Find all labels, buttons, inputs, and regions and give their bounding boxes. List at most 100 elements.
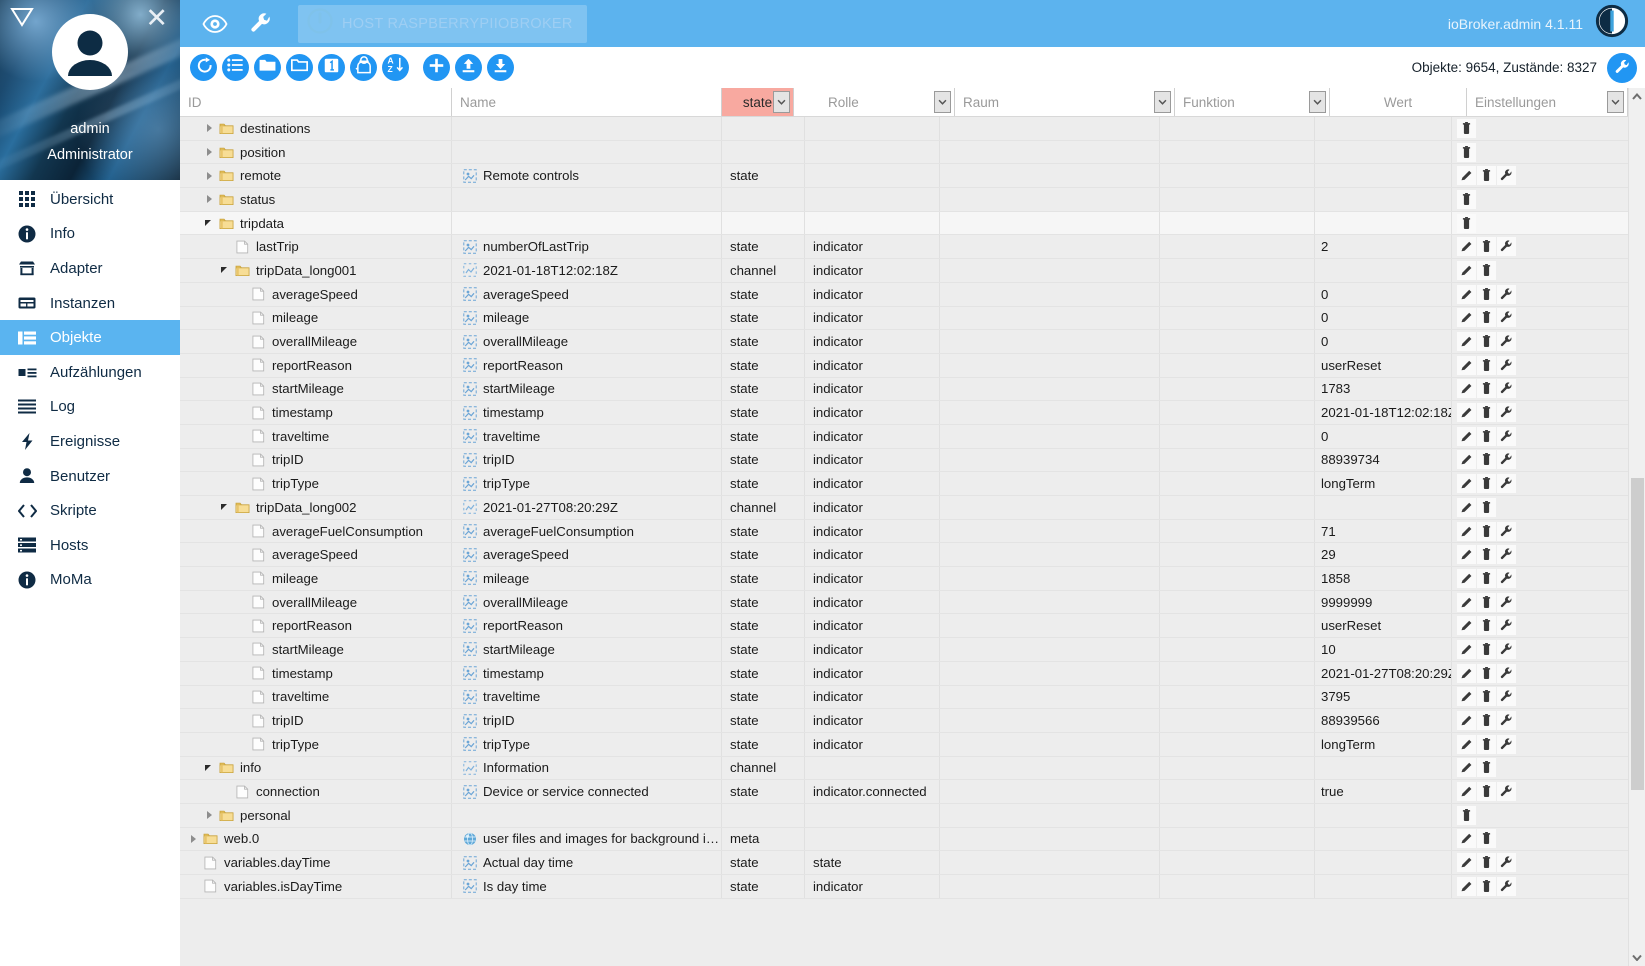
table-settings-button[interactable] [1607,52,1637,83]
expand-toggle-icon[interactable] [200,124,216,133]
delete-icon[interactable] [1477,284,1496,304]
edit-icon[interactable] [1457,450,1476,470]
edit-icon[interactable] [1457,616,1476,636]
export-button[interactable] [487,54,514,81]
edit-icon[interactable] [1457,474,1476,494]
table-row[interactable]: personal [180,803,1628,828]
sidebar-item-moma[interactable]: MoMa [0,563,180,598]
edit-icon[interactable] [1457,426,1476,446]
sidebar-item-info[interactable]: Info [0,217,180,252]
table-row[interactable]: tripData_long001 2021-01-18T12:02:18Z chan… [180,259,1628,283]
delete-icon[interactable] [1477,639,1496,659]
settings-wrench-icon[interactable] [1497,663,1516,683]
sidebar-item-log[interactable]: Log [0,390,180,425]
edit-icon[interactable] [1457,521,1476,541]
table-row[interactable]: timestamp timestamp state indicator 2021-01-… [180,401,1628,425]
table-row[interactable]: averageFuelConsumption averageFuelConsump… [180,519,1628,544]
table-row[interactable]: tripID tripID state indicator 88939566 [180,709,1628,733]
delete-icon[interactable] [1477,616,1496,636]
settings-wrench-icon[interactable] [1497,332,1516,352]
delete-icon[interactable] [1477,474,1496,494]
edit-icon[interactable] [1457,545,1476,565]
edit-icon[interactable] [1457,639,1476,659]
delete-icon[interactable] [1477,711,1496,731]
table-row[interactable]: tripdata [180,211,1628,236]
column-header-set[interactable]: Einstellungen [1467,88,1628,116]
refresh-button[interactable] [190,54,217,81]
iobroker-logo-icon[interactable] [1595,4,1629,43]
settings-wrench-icon[interactable] [1497,545,1516,565]
delete-icon[interactable] [1477,853,1496,873]
column-header-name[interactable]: Name [452,88,722,116]
column-filter-dropdown-type[interactable] [773,91,790,113]
table-row[interactable]: variables.dayTime Actual day time state sta… [180,851,1628,875]
table-row[interactable]: tripID tripID state indicator 88939734 [180,448,1628,473]
table-row[interactable]: traveltime traveltime state indicator 0 [180,424,1628,449]
settings-wrench-icon[interactable] [1497,450,1516,470]
delete-icon[interactable] [1477,260,1496,280]
collapse-toggle-icon[interactable] [216,267,232,274]
delete-icon[interactable] [1477,521,1496,541]
column-header-room[interactable]: Raum [955,88,1175,116]
column-header-role[interactable]: Rolle [820,88,955,116]
sidebar-item-instanzen[interactable]: Instanzen [0,286,180,321]
edit-icon[interactable] [1457,497,1476,517]
sidebar-item-aufz-hlungen[interactable]: Aufzählungen [0,355,180,390]
expand-folder-button[interactable] [286,54,313,81]
delete-icon[interactable] [1477,568,1496,588]
column-header-func[interactable]: Funktion [1175,88,1330,116]
sort-az-button[interactable]: AZ [382,54,409,81]
settings-wrench-icon[interactable] [1497,853,1516,873]
expand-toggle-icon[interactable] [200,195,216,204]
delete-icon[interactable] [1477,592,1496,612]
table-row[interactable]: mileage mileage state indicator 1858 [180,567,1628,591]
table-row[interactable]: tripData_long002 2021-01-27T08:20:29Z chan… [180,496,1628,520]
sidebar-item-adapter[interactable]: Adapter [0,251,180,286]
edit-icon[interactable] [1457,853,1476,873]
expand-toggle-icon[interactable] [200,171,216,180]
sidebar-item-objekte[interactable]: Objekte [0,320,180,355]
table-row[interactable]: reportReason reportReason state indicator us… [180,353,1628,378]
settings-wrench-icon[interactable] [1497,592,1516,612]
edit-icon[interactable] [1457,734,1476,754]
column-filter-dropdown-room[interactable] [1154,91,1171,113]
add-object-button[interactable] [423,54,450,81]
delete-icon[interactable] [1477,308,1496,328]
vertical-scrollbar[interactable] [1628,88,1645,966]
edit-icon[interactable] [1457,782,1476,802]
settings-wrench-icon[interactable] [1497,568,1516,588]
settings-wrench-icon[interactable] [1497,403,1516,423]
settings-wrench-icon[interactable] [1497,639,1516,659]
column-filter-dropdown-set[interactable] [1607,91,1624,113]
delete-icon[interactable] [1477,876,1496,896]
table-row[interactable]: lastTrip numberOfLastTrip state indicator 2 [180,235,1628,260]
delete-icon[interactable] [1477,355,1496,375]
delete-icon[interactable] [1477,782,1496,802]
delete-icon[interactable] [1477,426,1496,446]
edit-icon[interactable] [1457,687,1476,707]
table-row[interactable]: status [180,188,1628,212]
expand-toggle-icon[interactable] [184,834,200,843]
settings-wrench-icon[interactable] [1497,308,1516,328]
delete-icon[interactable] [1477,758,1496,778]
table-row[interactable]: mileage mileage state indicator 0 [180,306,1628,331]
table-row[interactable]: overallMileage overallMileage state indicat… [180,330,1628,354]
table-row[interactable]: tripType tripType state indicator longTerm [180,732,1628,757]
edit-icon[interactable] [1457,403,1476,423]
delete-icon[interactable] [1477,829,1496,849]
settings-wrench-icon[interactable] [1497,876,1516,896]
collapse-toggle-icon[interactable] [216,504,232,511]
settings-wrench-icon[interactable] [1497,734,1516,754]
edit-icon[interactable] [1457,379,1476,399]
edit-icon[interactable] [1457,711,1476,731]
edit-icon[interactable] [1457,166,1476,186]
sidebar-item-hosts[interactable]: Hosts [0,528,180,563]
settings-wrench-icon[interactable] [1497,355,1516,375]
edit-icon[interactable] [1457,260,1476,280]
edit-icon[interactable] [1457,592,1476,612]
delete-icon[interactable] [1477,545,1496,565]
delete-icon[interactable] [1477,166,1496,186]
delete-icon[interactable] [1477,497,1496,517]
table-row[interactable]: averageSpeed averageSpeed state indicator 29 [180,543,1628,568]
depth-one-button[interactable] [318,54,345,81]
